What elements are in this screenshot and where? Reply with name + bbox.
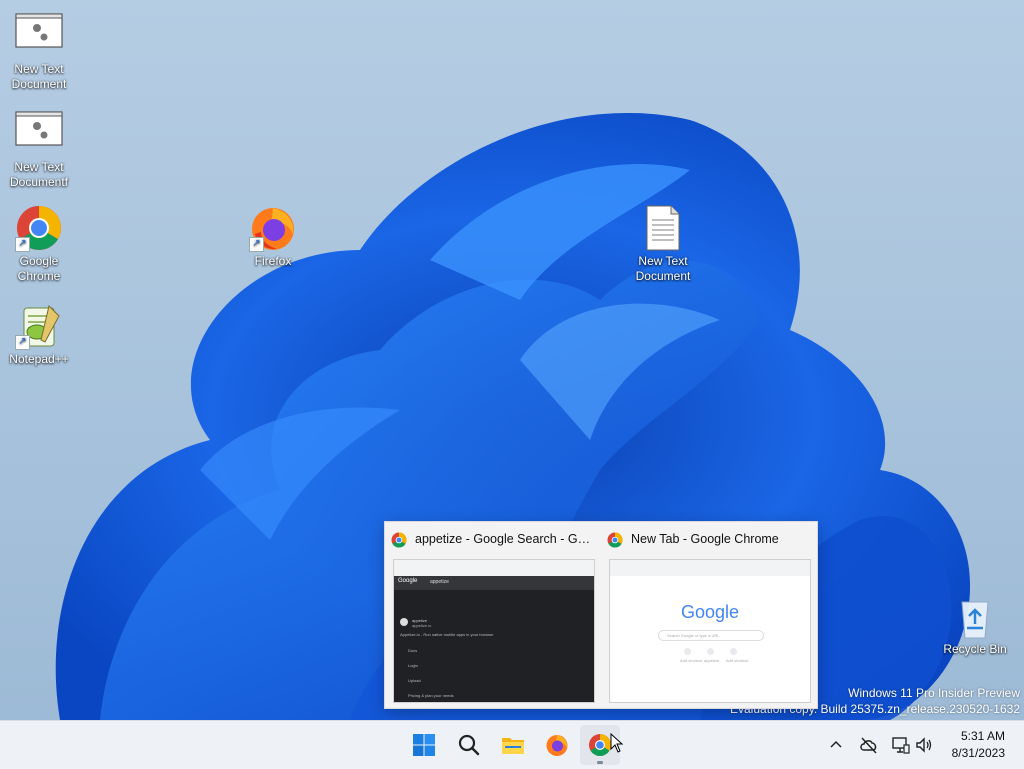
firefox-icon: ↗ <box>249 204 297 252</box>
shortcut-arrow-icon: ↗ <box>15 335 30 350</box>
windows-start-icon <box>413 734 435 756</box>
taskbar-thumbnail-popup: appetize - Google Search - Goo... Google… <box>384 521 818 709</box>
active-indicator <box>597 761 603 764</box>
thumbnail-new-tab[interactable]: New Tab - Google Chrome Google Search Go… <box>601 522 817 708</box>
desktop-icon-label: New Text Document <box>635 254 691 283</box>
chrome-icon <box>391 532 407 548</box>
mouse-cursor-icon <box>610 733 624 753</box>
preview-result-line: Login <box>408 663 418 668</box>
cloud-offline-icon <box>860 737 877 754</box>
thumbnail-title: appetize - Google Search - Goo... <box>415 532 595 546</box>
thumbnail-appetize-search[interactable]: appetize - Google Search - Goo... Google… <box>385 522 601 708</box>
desktop-icon-new-text-documentf[interactable]: New Text Documentf <box>0 110 79 190</box>
clock-date: 8/31/2023 <box>951 746 1005 760</box>
preview-search-placeholder: Search Google or type a URL <box>667 633 720 638</box>
shortcut-arrow-icon: ↗ <box>15 237 30 252</box>
firefox-taskbar-button[interactable] <box>537 725 577 765</box>
generic-file-gear-icon <box>15 110 63 158</box>
thumbnail-title: New Tab - Google Chrome <box>631 532 779 546</box>
preview-result-line: appetize.io <box>412 623 432 628</box>
thumbnail-header: appetize - Google Search - Goo... <box>391 530 595 550</box>
network-volume-tray-button[interactable] <box>890 733 934 757</box>
firefox-icon <box>546 735 568 756</box>
desktop-icon-google-chrome[interactable]: ↗ Google Chrome <box>0 204 79 284</box>
chrome-icon: ↗ <box>15 204 63 252</box>
preview-search-box: Search Google or type a URL <box>658 630 764 641</box>
chevron-up-icon <box>830 740 842 748</box>
text-document-icon <box>639 204 687 252</box>
preview-result-line: Upload <box>408 678 421 683</box>
thumbnail-header: New Tab - Google Chrome <box>607 530 811 550</box>
preview-google-logo: Google <box>680 602 740 622</box>
preview-shortcut: appetize <box>704 658 720 663</box>
preview-logo: Google <box>398 578 418 584</box>
taskbar: 5:31 AM 8/31/2023 <box>0 720 1024 769</box>
shortcut-arrow-icon: ↗ <box>249 237 264 252</box>
search-icon <box>458 734 480 756</box>
show-hidden-icons-button[interactable] <box>826 735 846 755</box>
chrome-icon <box>607 532 623 548</box>
onedrive-tray-button[interactable] <box>858 735 880 755</box>
preview-shortcut: Add shortcut <box>680 658 703 663</box>
file-explorer-button[interactable] <box>493 725 533 765</box>
clock-time: 5:31 AM <box>960 729 1005 743</box>
desktop-icon-notepadpp[interactable]: ↗ Notepad++ <box>0 302 79 367</box>
preview-result-line: Appetize.io - Run native mobile apps in … <box>400 632 494 637</box>
desktop-icon-label: Notepad++ <box>9 352 69 366</box>
search-button[interactable] <box>449 725 489 765</box>
folder-icon <box>502 738 524 754</box>
notepadpp-icon: ↗ <box>15 302 63 350</box>
start-button[interactable] <box>404 725 444 765</box>
thumbnail-preview: Google appetize appetize appetize.io App… <box>393 559 595 703</box>
desktop-icon-label: Firefox <box>254 254 292 268</box>
network-icon <box>892 737 910 754</box>
desktop-icon-label: New Text Document <box>11 62 67 91</box>
preview-query: appetize <box>430 579 449 585</box>
desktop-icon-label: New Text Documentf <box>9 160 69 189</box>
preview-shortcut: Add shortcut <box>726 658 749 663</box>
desktop-icon-recycle-bin[interactable]: Recycle Bin <box>935 598 1015 657</box>
desktop-icon-firefox[interactable]: ↗ Firefox <box>233 204 313 269</box>
desktop-icon-new-text-document-1[interactable]: New Text Document <box>0 12 79 92</box>
chrome-icon <box>589 734 611 756</box>
preview-result-line: Docs <box>408 648 418 653</box>
desktop-icon-label: Google Chrome <box>17 254 61 283</box>
clock-button[interactable]: 5:31 AM 8/31/2023 <box>942 727 1008 763</box>
volume-icon <box>916 737 932 753</box>
desktop-icon-new-text-document-2[interactable]: New Text Document <box>623 204 703 284</box>
preview-result-line: Pricing & plan your needs <box>408 693 454 698</box>
generic-file-gear-icon <box>15 12 63 60</box>
recycle-bin-icon <box>951 598 999 640</box>
desktop-icon-label: Recycle Bin <box>943 642 1007 656</box>
thumbnail-preview: Google Search Google or type a URL Add s… <box>609 559 811 703</box>
